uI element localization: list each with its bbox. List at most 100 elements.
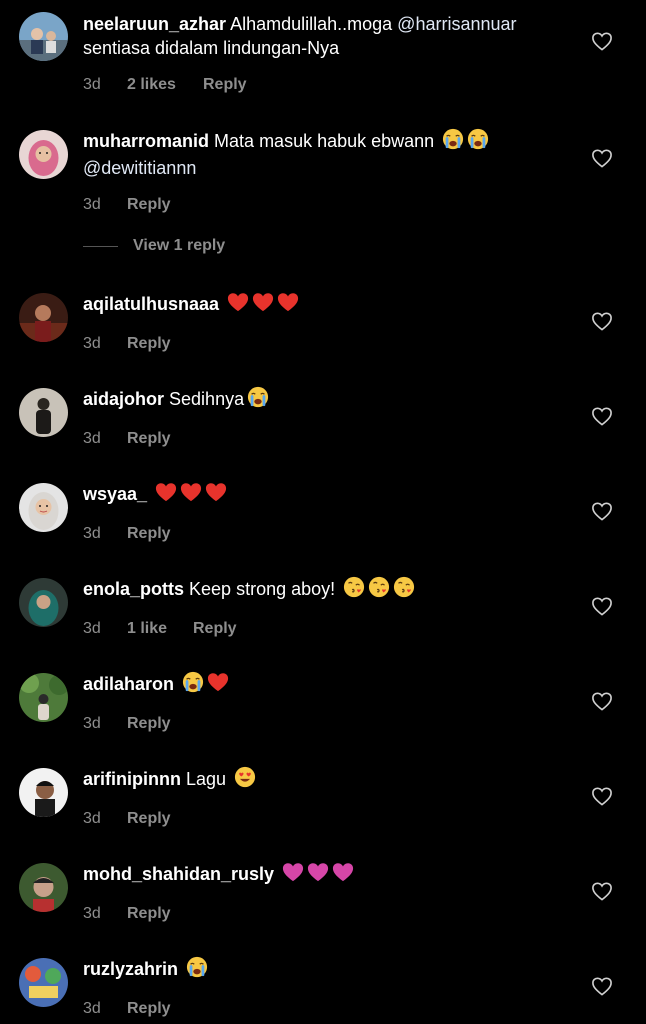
comment-username[interactable]: wsyaa_ [83,484,147,504]
like-heart-icon[interactable] [591,501,613,521]
comment-body-line2: sentiasa didalam lindungan-Nya [83,38,340,58]
comment-meta: 3d Reply [83,430,583,448]
avatar[interactable] [19,768,68,817]
like-heart-icon[interactable] [591,596,613,616]
avatar[interactable] [19,388,68,437]
comment-time: 3d [83,430,101,447]
crying-emoji-icon [186,956,208,984]
comment-meta: 3d Reply [83,196,583,214]
reply-button[interactable]: Reply [127,430,171,448]
like-heart-icon[interactable] [591,881,613,901]
comment-text: ruzlyzahrin [83,956,583,984]
reply-button[interactable]: Reply [203,76,247,94]
like-heart-icon[interactable] [591,148,613,168]
comment-time: 3d [83,715,101,732]
comment-username[interactable]: muharromanid [83,131,209,151]
comment-username[interactable]: arifinipinnn [83,769,181,789]
red-heart-emoji-icon [277,291,299,319]
comment-text: aidajohor Sedihnya [83,386,583,414]
avatar[interactable] [19,958,68,1007]
reply-button[interactable]: Reply [127,715,171,733]
comment-content: aqilatulhusnaaa 3d Reply [83,291,583,353]
comment-time: 3d [83,76,101,93]
comment-time: 3d [83,525,101,542]
avatar[interactable] [19,130,68,179]
comment-time: 3d [83,335,101,352]
comment-body: Lagu [186,769,227,789]
avatar[interactable] [19,673,68,722]
comment-username[interactable]: enola_potts [83,579,184,599]
like-heart-icon[interactable] [591,786,613,806]
comment-text: wsyaa_ [83,481,583,509]
purple-heart-emoji-icon [332,861,354,889]
divider-line [83,245,118,247]
crying-emoji-icon [182,671,204,699]
comment-body: Mata masuk habuk ebwann [214,131,435,151]
comment-body: Alhamdulillah..moga [230,14,398,34]
avatar[interactable] [19,863,68,912]
like-heart-icon[interactable] [591,691,613,711]
avatar[interactable] [19,293,68,342]
comment-meta: 3d Reply [83,1000,583,1018]
comment-content: arifinipinnn Lagu 3d Reply [83,766,583,828]
like-heart-icon[interactable] [591,31,613,51]
comment-username[interactable]: neelaruun_azhar [83,14,226,34]
comment-content: ruzlyzahrin 3d Reply [83,956,583,1018]
comment-username[interactable]: aidajohor [83,389,164,409]
comment-meta: 3d Reply [83,525,583,543]
like-heart-icon[interactable] [591,976,613,996]
comment-body: Sedihnya [169,389,245,409]
comment-meta: 3d Reply [83,810,583,828]
comment-text: enola_potts Keep strong aboy! [83,576,583,604]
red-heart-emoji-icon [180,481,202,509]
reply-button[interactable]: Reply [193,620,237,638]
comment-content: mohd_shahidan_rusly 3d Reply [83,861,583,923]
comment-content: muharromanid Mata masuk habuk ebwann @de… [83,128,583,214]
red-heart-emoji-icon [227,291,249,319]
comment-content: enola_potts Keep strong aboy! 3d 1 like … [83,576,583,638]
reply-button[interactable]: Reply [127,525,171,543]
comment-text: adilaharon [83,671,583,699]
view-replies-label: View 1 reply [133,237,226,254]
mention-link[interactable]: @harrisannuar [397,14,516,34]
comment-username[interactable]: aqilatulhusnaaa [83,294,219,314]
red-heart-emoji-icon [155,481,177,509]
comment-meta: 3d Reply [83,715,583,733]
reply-button[interactable]: Reply [127,810,171,828]
reply-button[interactable]: Reply [127,196,171,214]
comment-likes[interactable]: 1 like [127,620,193,638]
reply-button[interactable]: Reply [127,1000,171,1018]
view-replies-button[interactable]: View 1 reply [83,237,225,255]
kiss-emoji-icon [343,576,365,604]
comment-meta: 3d Reply [83,905,583,923]
comment-likes[interactable]: 2 likes [127,76,203,94]
comment-username[interactable]: mohd_shahidan_rusly [83,864,274,884]
comment-text: neelaruun_azhar Alhamdulillah..moga @har… [83,12,583,60]
comment-meta: 3d 1 like Reply [83,620,583,638]
comment-body: Keep strong aboy! [189,579,336,599]
reply-button[interactable]: Reply [127,905,171,923]
comment-time: 3d [83,196,101,213]
kiss-emoji-icon [393,576,415,604]
avatar[interactable] [19,578,68,627]
comment-text: arifinipinnn Lagu [83,766,583,794]
heart-eyes-emoji-icon [234,766,256,794]
red-heart-emoji-icon [207,671,229,699]
kiss-emoji-icon [368,576,390,604]
comment-time: 3d [83,1000,101,1017]
like-heart-icon[interactable] [591,311,613,331]
comment-content: neelaruun_azhar Alhamdulillah..moga @har… [83,12,583,94]
comment-content: wsyaa_ 3d Reply [83,481,583,543]
comment-username[interactable]: adilaharon [83,674,174,694]
comment-time: 3d [83,620,101,637]
avatar[interactable] [19,483,68,532]
comment-meta: 3d Reply [83,335,583,353]
like-heart-icon[interactable] [591,406,613,426]
purple-heart-emoji-icon [307,861,329,889]
comment-text: muharromanid Mata masuk habuk ebwann @de… [83,128,583,180]
comment-text: mohd_shahidan_rusly [83,861,583,889]
avatar[interactable] [19,12,68,61]
comment-username[interactable]: ruzlyzahrin [83,959,178,979]
mention-link[interactable]: @dewititiannn [83,158,196,178]
reply-button[interactable]: Reply [127,335,171,353]
